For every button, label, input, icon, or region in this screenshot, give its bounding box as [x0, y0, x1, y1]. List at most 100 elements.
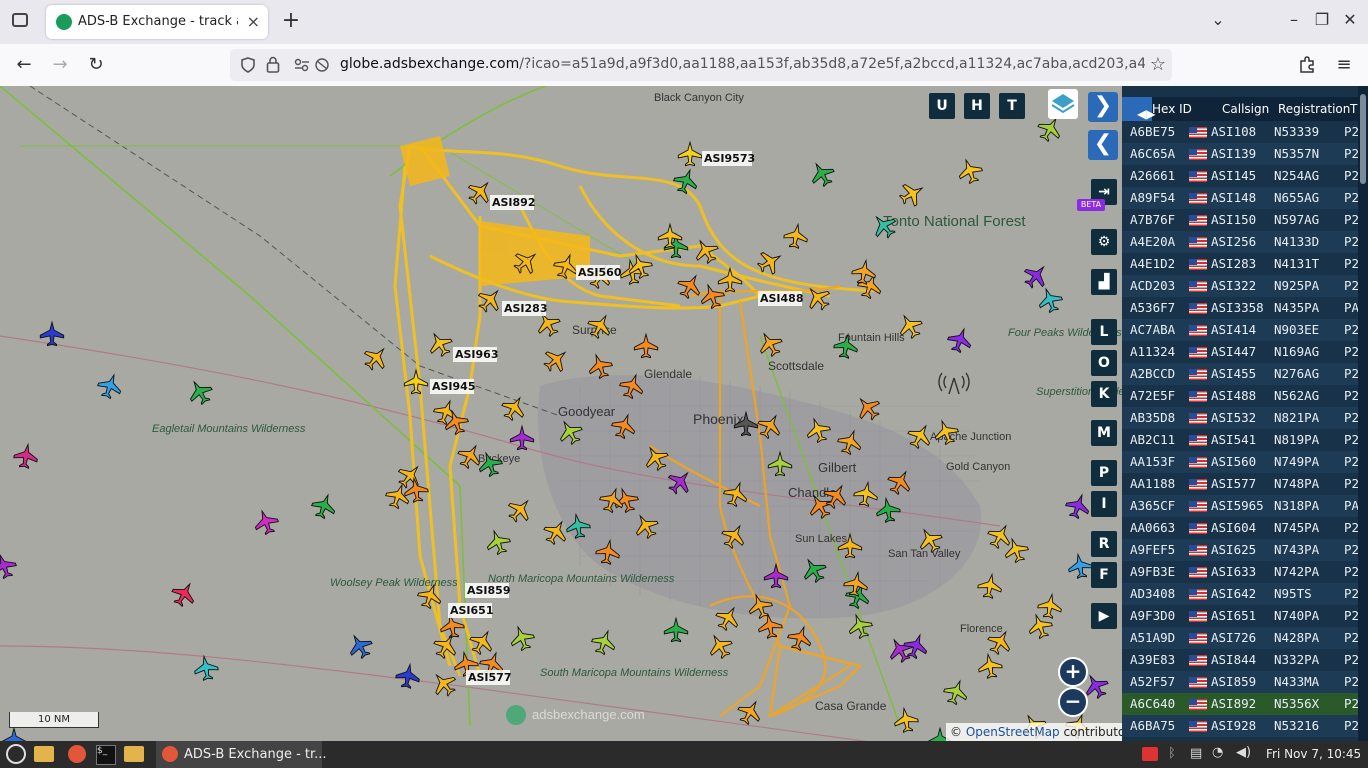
aircraft-callsign-label[interactable]: ASI945 [430, 379, 476, 394]
browser-tab[interactable]: ADS-B Exchange - track aircraft × [46, 5, 268, 39]
bluetooth-icon[interactable]: ᛒ [1168, 746, 1176, 761]
table-row[interactable]: A4E1D2 ASI283 N4131T P2 [1122, 253, 1359, 275]
tab-overflow-icon[interactable]: ⌄ [1208, 10, 1228, 29]
minimize-icon[interactable]: – [1284, 10, 1304, 29]
aircraft-callsign-label[interactable]: ASI963 [453, 347, 499, 362]
table-row[interactable]: A9FB3E ASI633 N742PA P2 [1122, 561, 1359, 583]
table-scrollbar[interactable] [1358, 86, 1368, 741]
col-callsign[interactable]: Callsign [1222, 102, 1269, 116]
p-toggle-button[interactable]: P [1091, 460, 1117, 486]
zoom-out-button[interactable]: − [1058, 687, 1088, 717]
h-toggle-button[interactable]: H [964, 93, 990, 119]
table-row[interactable]: A9FEF5 ASI625 N743PA P2 [1122, 539, 1359, 561]
replay-button[interactable]: ▶ [1091, 603, 1117, 629]
volume-icon[interactable]: ◀) [1236, 745, 1251, 760]
table-row[interactable]: A72E5F ASI488 N562AG P2 [1122, 385, 1359, 407]
us-flag-icon [1189, 523, 1207, 534]
reload-icon[interactable]: ↻ [84, 54, 108, 75]
f-toggle-button[interactable]: F [1091, 562, 1117, 588]
expand-panel-button[interactable]: ❯ [1088, 92, 1118, 122]
col-registration[interactable]: Registration [1278, 102, 1350, 116]
back-icon[interactable]: ← [12, 54, 36, 75]
r-toggle-button[interactable]: R [1091, 531, 1117, 557]
table-row[interactable]: A365CF ASI5965 N318PA PA [1122, 495, 1359, 517]
shield-icon[interactable] [240, 57, 256, 73]
layers-button[interactable] [1048, 89, 1078, 119]
screen-recorder-icon[interactable] [1142, 747, 1158, 761]
menu-icon[interactable]: ≡ [1332, 54, 1356, 75]
bookmark-star-icon[interactable]: ☆ [1150, 54, 1166, 75]
map-view[interactable]: Black Canyon City Tonto National Forest … [0, 86, 1122, 741]
table-row[interactable]: A9F3D0 ASI651 N740PA P2 [1122, 605, 1359, 627]
forward-icon[interactable]: → [48, 54, 72, 75]
scrollbar-thumb[interactable] [1360, 94, 1366, 184]
table-row[interactable]: A89F54 ASI148 N655AG P2 [1122, 187, 1359, 209]
table-row[interactable]: A52F57 ASI859 N433MA P2 [1122, 671, 1359, 693]
o-toggle-button[interactable]: O [1091, 350, 1117, 376]
lock-icon[interactable] [266, 56, 280, 73]
aircraft-callsign-label[interactable]: ASI577 [466, 670, 512, 685]
permissions-icon[interactable] [294, 57, 330, 73]
table-row[interactable]: A4E20A ASI256 N4133D P2 [1122, 231, 1359, 253]
extensions-icon[interactable] [1298, 56, 1316, 74]
url-text[interactable]: globe.adsbexchange.com/?icao=a51a9d,a9f3… [340, 56, 1145, 72]
col-hex[interactable]: Hex ID [1152, 102, 1192, 116]
resize-panel-button[interactable]: ◀▶ [1122, 97, 1155, 121]
wifi-icon[interactable]: ◔ [1212, 745, 1223, 760]
settings-button[interactable]: ⚙ [1091, 229, 1117, 255]
aircraft-callsign-label[interactable]: ASI488 [758, 291, 804, 306]
filter-button[interactable]: ▟ [1091, 269, 1117, 295]
table-row[interactable]: AA0663 ASI604 N745PA P2 [1122, 517, 1359, 539]
url-bar[interactable]: globe.adsbexchange.com/?icao=a51a9d,a9f3… [230, 49, 1172, 81]
t-toggle-button[interactable]: T [999, 93, 1025, 119]
table-row[interactable]: AA1188 ASI577 N748PA P2 [1122, 473, 1359, 495]
collapse-panel-button[interactable]: ❮ [1088, 130, 1118, 160]
u-toggle-button[interactable]: U [929, 93, 955, 119]
firefox-icon[interactable] [68, 745, 86, 763]
taskbar-window-firefox[interactable]: ADS-B Exchange - tr... [156, 741, 327, 768]
start-menu-icon[interactable] [6, 744, 26, 764]
table-row[interactable]: ACD203 ASI322 N925PA P2 [1122, 275, 1359, 297]
table-row[interactable]: A26661 ASI145 N254AG P2 [1122, 165, 1359, 187]
table-row[interactable]: A2BCCD ASI455 N276AG P2 [1122, 363, 1359, 385]
files-icon[interactable] [34, 746, 54, 762]
k-toggle-button[interactable]: K [1091, 381, 1117, 407]
table-row[interactable]: A11324 ASI447 N169AG P2 [1122, 341, 1359, 363]
map-canvas[interactable]: Black Canyon City Tonto National Forest … [0, 86, 1122, 741]
close-tab-icon[interactable]: × [247, 12, 260, 31]
table-row[interactable]: AA153F ASI560 N749PA P2 [1122, 451, 1359, 473]
cell-registration: N821PA [1274, 410, 1320, 425]
table-row[interactable]: AC7ABA ASI414 N903EE P2 [1122, 319, 1359, 341]
aircraft-callsign-label[interactable]: ASI859 [465, 583, 511, 598]
aircraft-callsign-label[interactable]: ASI283 [502, 301, 548, 316]
table-row[interactable]: A7B76F ASI150 N597AG P2 [1122, 209, 1359, 231]
tab-list-icon[interactable] [12, 13, 28, 27]
aircraft-callsign-label[interactable]: ASI651 [448, 603, 494, 618]
table-row[interactable]: AD3408 ASI642 N95TS P2 [1122, 583, 1359, 605]
m-toggle-button[interactable]: M [1091, 420, 1117, 446]
l-toggle-button[interactable]: L [1091, 319, 1117, 345]
osm-link[interactable]: OpenStreetMap [966, 725, 1060, 739]
table-row[interactable]: A6BA75 ASI928 N53216 P2 [1122, 715, 1359, 737]
clock[interactable]: Fri Nov 7, 10:45 [1266, 747, 1361, 761]
i-toggle-button[interactable]: I [1091, 491, 1117, 517]
table-row[interactable]: AB35D8 ASI532 N821PA P2 [1122, 407, 1359, 429]
table-row[interactable]: A6BE75 ASI108 N53339 P2 [1122, 121, 1359, 143]
aircraft-callsign-label[interactable]: ASI9573 [702, 151, 755, 166]
clipboard-icon[interactable]: ▤ [1190, 746, 1202, 761]
table-row[interactable]: A6C640 ASI892 N5356X P2 [1122, 693, 1359, 715]
new-tab-icon[interactable]: + [280, 8, 302, 33]
terminal-icon[interactable]: $_ [96, 745, 116, 765]
table-row[interactable]: A51A9D ASI726 N428PA P2 [1122, 627, 1359, 649]
table-row[interactable]: AB2C11 ASI541 N819PA P2 [1122, 429, 1359, 451]
folder-icon[interactable] [124, 746, 144, 762]
aircraft-callsign-label[interactable]: ASI892 [490, 195, 536, 210]
table-row[interactable]: A6C65A ASI139 N5357N P2 [1122, 143, 1359, 165]
zoom-in-button[interactable]: + [1058, 657, 1088, 687]
maximize-icon[interactable]: ❐ [1312, 10, 1332, 29]
table-row[interactable]: A536F7 ASI3358 N435PA PA [1122, 297, 1359, 319]
aircraft-callsign-label[interactable]: ASI560 [576, 265, 622, 280]
col-type[interactable]: T [1350, 102, 1357, 116]
close-window-icon[interactable]: ✕ [1340, 10, 1360, 29]
table-row[interactable]: A39E83 ASI844 N332PA P2 [1122, 649, 1359, 671]
